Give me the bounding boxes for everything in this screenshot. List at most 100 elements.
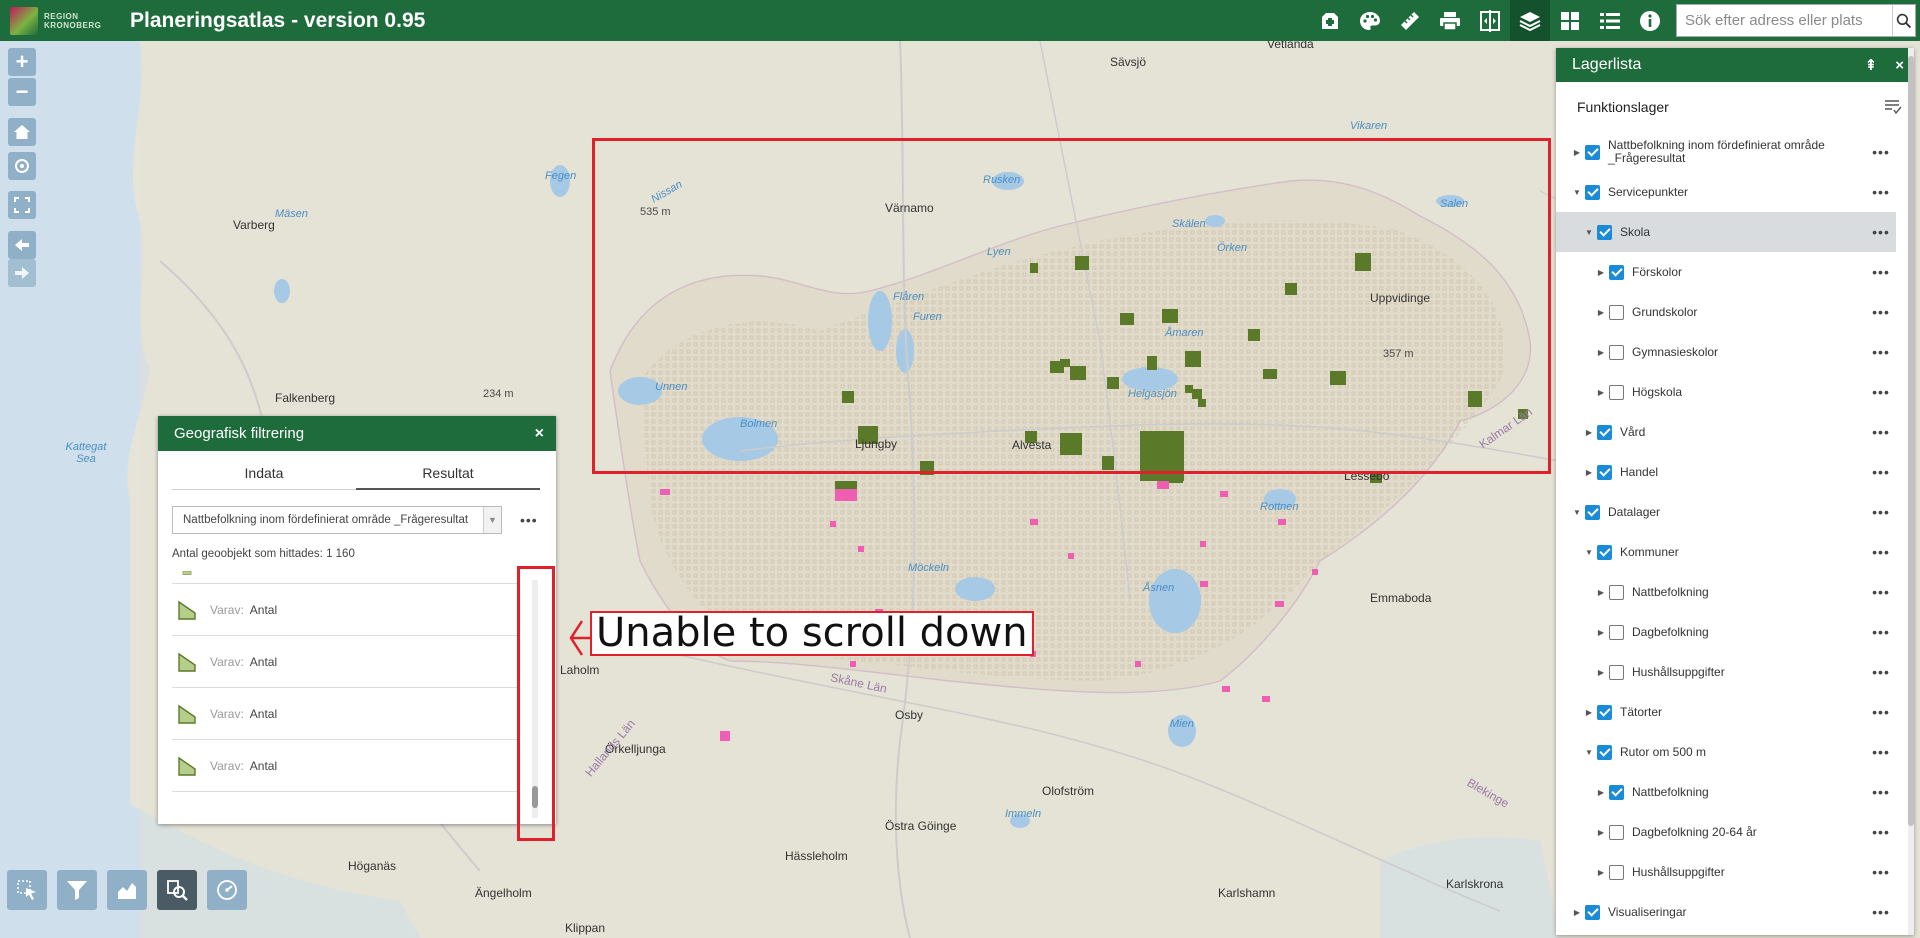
layer-row[interactable]: ▶ Högskola ••• bbox=[1556, 372, 1896, 412]
layer-more-button[interactable]: ••• bbox=[1866, 664, 1896, 680]
filter-widget-button[interactable] bbox=[57, 870, 97, 910]
caret-right-icon[interactable]: ▶ bbox=[1596, 388, 1606, 397]
caret-right-icon[interactable]: ▶ bbox=[1596, 308, 1606, 317]
layer-checkbox[interactable] bbox=[1597, 424, 1612, 440]
layer-checkbox[interactable] bbox=[1609, 264, 1624, 280]
layer-more-button[interactable]: ••• bbox=[1866, 904, 1896, 920]
layer-more-button[interactable]: ••• bbox=[1866, 824, 1896, 840]
layer-more-button[interactable]: ••• bbox=[1866, 504, 1896, 520]
layer-row[interactable]: ▶ Nattbefolkning ••• bbox=[1556, 572, 1896, 612]
list-item[interactable]: Varav: Antal bbox=[172, 740, 518, 792]
locate-button[interactable] bbox=[8, 152, 36, 180]
caret-right-icon[interactable]: ▶ bbox=[1596, 268, 1606, 277]
layer-row[interactable]: ▼ Skola ••• bbox=[1556, 212, 1896, 252]
layer-checkbox[interactable] bbox=[1609, 864, 1624, 880]
layer-row[interactable]: ▶ Förskolor ••• bbox=[1556, 252, 1896, 292]
layer-row[interactable]: ▶ Vård ••• bbox=[1556, 412, 1896, 452]
list-item[interactable]: Varav: Antal bbox=[172, 584, 518, 636]
caret-right-icon[interactable]: ▶ bbox=[1584, 708, 1594, 717]
layer-more-button[interactable]: ••• bbox=[1866, 624, 1896, 640]
layers-icon[interactable] bbox=[1510, 0, 1550, 41]
layer-more-button[interactable]: ••• bbox=[1866, 304, 1896, 320]
caret-down-icon[interactable]: ▼ bbox=[1584, 748, 1594, 757]
caret-right-icon[interactable]: ▶ bbox=[1596, 828, 1606, 837]
caret-right-icon[interactable]: ▶ bbox=[1572, 148, 1582, 157]
fullscreen-button[interactable] bbox=[8, 191, 36, 219]
layer-list-scrollbar-thumb[interactable] bbox=[1908, 56, 1914, 826]
layer-checkbox[interactable] bbox=[1609, 584, 1624, 600]
list-item[interactable] bbox=[172, 566, 518, 584]
close-icon[interactable]: × bbox=[535, 425, 544, 443]
collapse-icon[interactable]: ⇞ bbox=[1865, 56, 1878, 74]
layer-row[interactable]: ▼ Rutor om 500 m ••• bbox=[1556, 732, 1896, 772]
layer-checkbox[interactable] bbox=[1585, 504, 1600, 520]
layer-more-button[interactable]: ••• bbox=[1866, 184, 1896, 200]
layer-checkbox[interactable] bbox=[1597, 224, 1612, 240]
measure-icon[interactable] bbox=[1390, 0, 1430, 41]
list-item[interactable]: Varav: Antal bbox=[172, 636, 518, 688]
layer-row[interactable]: ▼ Datalager ••• bbox=[1556, 492, 1896, 532]
print-icon[interactable] bbox=[1430, 0, 1470, 41]
list-item[interactable]: Varav: Antal bbox=[172, 688, 518, 740]
layer-row[interactable]: ▶ Nattbefolkning inom fördefinierat områd… bbox=[1556, 132, 1896, 172]
geo-filter-widget-button[interactable] bbox=[157, 870, 197, 910]
layer-more-button[interactable]: ••• bbox=[1866, 584, 1896, 600]
layer-more-button[interactable]: ••• bbox=[1866, 784, 1896, 800]
legend-icon[interactable] bbox=[1590, 0, 1630, 41]
swipe-icon[interactable] bbox=[1470, 0, 1510, 41]
layer-more-button[interactable]: ••• bbox=[1866, 704, 1896, 720]
layer-checkbox[interactable] bbox=[1585, 144, 1600, 160]
more-options-button[interactable]: ••• bbox=[520, 512, 538, 528]
layer-row[interactable]: ▼ Servicepunkter ••• bbox=[1556, 172, 1896, 212]
tab-resultat[interactable]: Resultat bbox=[356, 465, 540, 490]
layer-more-button[interactable]: ••• bbox=[1866, 744, 1896, 760]
layer-more-button[interactable]: ••• bbox=[1866, 544, 1896, 560]
layer-checkbox[interactable] bbox=[1597, 544, 1612, 560]
zoom-out-button[interactable]: − bbox=[8, 78, 36, 106]
chart-widget-button[interactable] bbox=[107, 870, 147, 910]
caret-down-icon[interactable]: ▼ bbox=[1572, 508, 1582, 517]
layer-more-button[interactable]: ••• bbox=[1866, 144, 1896, 160]
add-data-icon[interactable] bbox=[1310, 0, 1350, 41]
caret-right-icon[interactable]: ▶ bbox=[1596, 628, 1606, 637]
caret-down-icon[interactable]: ▼ bbox=[1572, 188, 1582, 197]
layer-row[interactable]: ▶ Visualiseringar ••• bbox=[1556, 892, 1896, 932]
caret-right-icon[interactable]: ▶ bbox=[1596, 788, 1606, 797]
layer-checkbox[interactable] bbox=[1609, 664, 1624, 680]
speed-widget-button[interactable] bbox=[207, 870, 247, 910]
layer-more-button[interactable]: ••• bbox=[1866, 424, 1896, 440]
layer-more-button[interactable]: ••• bbox=[1866, 264, 1896, 280]
zoom-in-button[interactable]: + bbox=[8, 48, 36, 76]
layer-row[interactable]: ▶ Nattbefolkning ••• bbox=[1556, 772, 1896, 812]
layer-row[interactable]: ▶ Dagbefolkning 20-64 år ••• bbox=[1556, 812, 1896, 852]
result-list[interactable]: Varav: Antal Varav: Antal Varav: Antal V… bbox=[172, 566, 518, 794]
layer-more-button[interactable]: ••• bbox=[1866, 864, 1896, 880]
layer-options-icon[interactable] bbox=[1884, 99, 1902, 115]
caret-down-icon[interactable]: ▼ bbox=[1584, 228, 1594, 237]
layer-row[interactable]: ▶ Hushållsuppgifter ••• bbox=[1556, 852, 1896, 892]
caret-right-icon[interactable]: ▶ bbox=[1584, 428, 1594, 437]
layer-more-button[interactable]: ••• bbox=[1866, 464, 1896, 480]
layer-row[interactable]: ▶ Hushållsuppgifter ••• bbox=[1556, 652, 1896, 692]
layer-more-button[interactable]: ••• bbox=[1866, 344, 1896, 360]
select-widget-button[interactable] bbox=[7, 870, 47, 910]
layer-checkbox[interactable] bbox=[1609, 344, 1624, 360]
tab-indata[interactable]: Indata bbox=[172, 465, 356, 490]
basemap-gallery-icon[interactable] bbox=[1550, 0, 1590, 41]
layer-row[interactable]: ▶ Tätorter ••• bbox=[1556, 692, 1896, 732]
home-button[interactable] bbox=[8, 118, 36, 146]
layer-checkbox[interactable] bbox=[1609, 624, 1624, 640]
layer-checkbox[interactable] bbox=[1597, 704, 1612, 720]
layer-checkbox[interactable] bbox=[1609, 304, 1624, 320]
layer-checkbox[interactable] bbox=[1609, 824, 1624, 840]
layer-checkbox[interactable] bbox=[1585, 184, 1600, 200]
layer-row[interactable]: ▶ Gymnasieskolor ••• bbox=[1556, 332, 1896, 372]
layer-checkbox[interactable] bbox=[1609, 784, 1624, 800]
layer-row[interactable]: ▼ Kommuner ••• bbox=[1556, 532, 1896, 572]
caret-right-icon[interactable]: ▶ bbox=[1596, 348, 1606, 357]
layer-checkbox[interactable] bbox=[1585, 904, 1600, 920]
next-extent-button[interactable] bbox=[8, 259, 36, 287]
caret-right-icon[interactable]: ▶ bbox=[1584, 468, 1594, 477]
layer-checkbox[interactable] bbox=[1609, 384, 1624, 400]
layer-checkbox[interactable] bbox=[1597, 744, 1612, 760]
